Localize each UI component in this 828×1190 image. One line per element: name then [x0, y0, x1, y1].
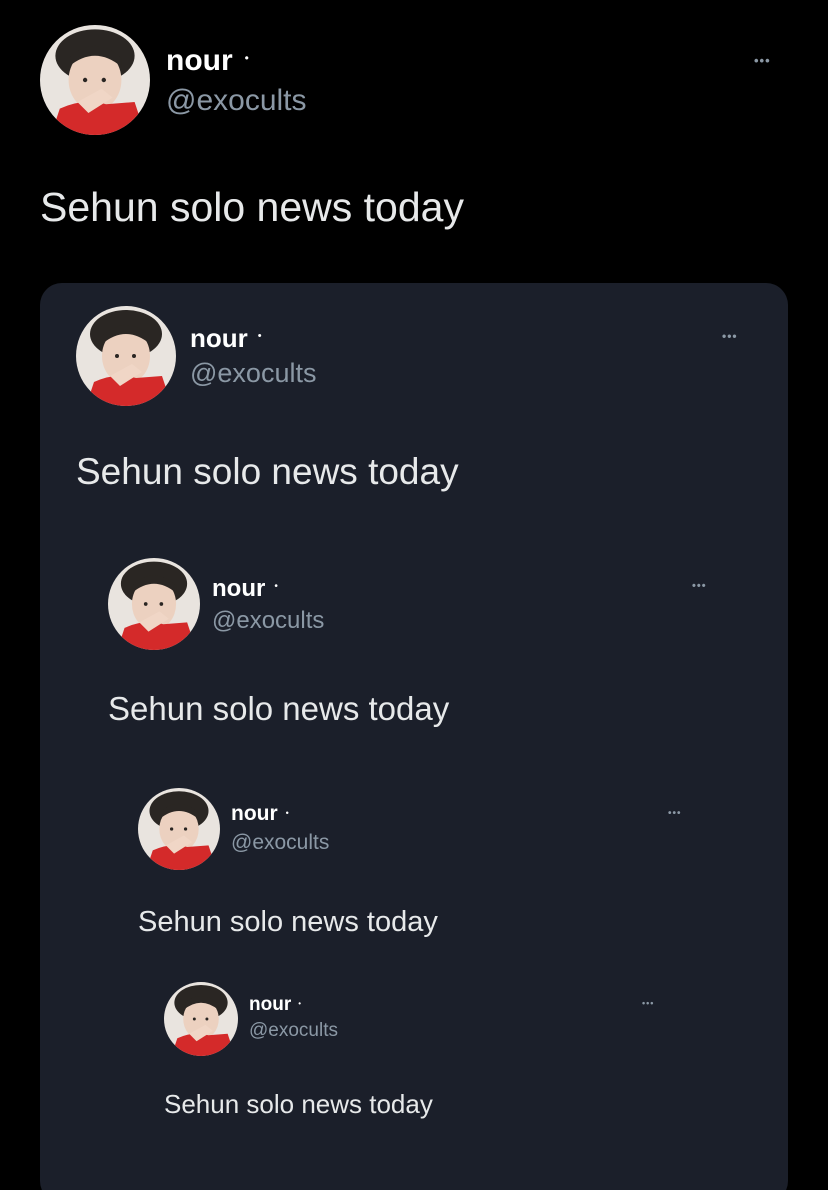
quoted-tweet-card[interactable]	[40, 283, 788, 1190]
display-name[interactable]: nour	[231, 802, 278, 826]
avatar[interactable]	[108, 558, 200, 650]
more-options-icon[interactable]: •••	[754, 54, 771, 67]
avatar-photo	[76, 306, 176, 406]
handle[interactable]: @exocults	[190, 358, 316, 389]
avatar[interactable]	[40, 25, 150, 135]
handle[interactable]: @exocults	[249, 1020, 338, 1042]
more-options-icon[interactable]: •••	[722, 330, 738, 342]
display-name-row: nour •	[212, 575, 278, 603]
handle[interactable]: @exocults	[212, 607, 324, 635]
avatar-photo	[138, 788, 220, 870]
protected-lock-icon: •	[285, 807, 289, 818]
display-name-row: nour •	[166, 44, 249, 78]
protected-lock-icon: •	[298, 999, 302, 1008]
tweet-text: Sehun solo news today	[164, 1089, 433, 1119]
avatar-photo	[108, 558, 200, 650]
display-name[interactable]: nour	[166, 44, 233, 78]
avatar-photo	[40, 25, 150, 135]
protected-lock-icon: •	[274, 581, 278, 592]
protected-lock-icon: •	[257, 330, 262, 342]
display-name-row: nour •	[249, 994, 301, 1016]
page: nour • @exocults ••• Sehun solo news tod…	[0, 0, 828, 1190]
display-name-row: nour •	[190, 323, 262, 354]
avatar-photo	[164, 982, 238, 1056]
handle[interactable]: @exocults	[231, 831, 329, 855]
tweet-text: Sehun solo news today	[76, 451, 459, 492]
display-name[interactable]: nour	[190, 323, 248, 354]
more-options-icon[interactable]: •••	[668, 809, 682, 819]
tweet-text: Sehun solo news today	[138, 906, 438, 938]
more-options-icon[interactable]: •••	[692, 581, 707, 592]
avatar[interactable]	[138, 788, 220, 870]
protected-lock-icon: •	[244, 51, 249, 65]
tweet-text: Sehun solo news today	[108, 690, 450, 727]
display-name[interactable]: nour	[249, 994, 291, 1016]
tweet-text: Sehun solo news today	[40, 184, 464, 230]
more-options-icon[interactable]: •••	[642, 999, 654, 1008]
avatar[interactable]	[76, 306, 176, 406]
display-name-row: nour •	[231, 802, 289, 826]
display-name[interactable]: nour	[212, 575, 265, 603]
avatar[interactable]	[164, 982, 238, 1056]
handle[interactable]: @exocults	[166, 84, 307, 118]
